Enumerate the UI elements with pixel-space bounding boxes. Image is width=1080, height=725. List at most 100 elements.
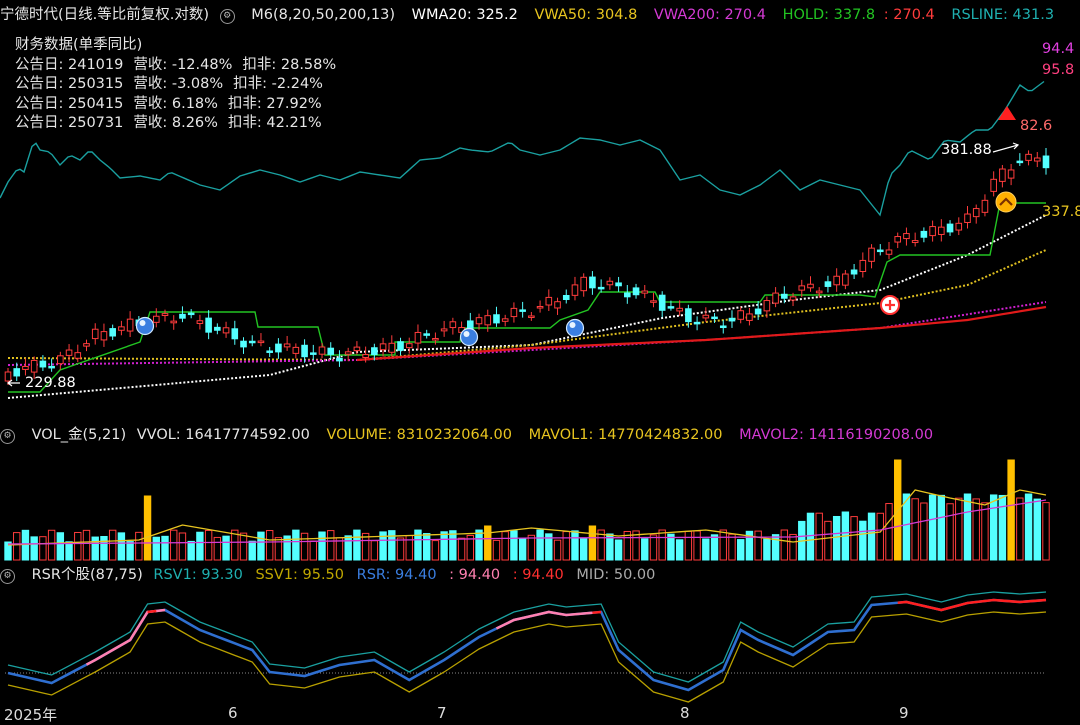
volume-bar [187, 540, 195, 561]
volume-bar [292, 529, 300, 561]
right-label-rsline: 95.8 [1042, 62, 1075, 78]
low-arrow-icon [7, 379, 20, 387]
volume-bar [13, 532, 21, 561]
candlestick [222, 321, 230, 338]
candlestick [336, 350, 343, 367]
price-chart[interactable] [0, 28, 1080, 428]
volume-settings-icon[interactable]: ⚙ [0, 429, 15, 444]
rsr-red-segment [147, 609, 157, 614]
volume-chart[interactable] [0, 446, 1080, 564]
volume-bar [431, 540, 440, 561]
candlestick [920, 227, 928, 243]
rsline-line [0, 80, 1045, 217]
right-label-rsr: 94.4 [1042, 41, 1075, 57]
candlestick [205, 310, 212, 340]
volume-bar [710, 534, 719, 561]
volume-bar [475, 529, 483, 561]
volume-bar [21, 529, 30, 561]
volume-bar [859, 520, 867, 561]
rsr-indicator-name[interactable]: RSR个股(87,75) [32, 567, 143, 583]
candlestick [1025, 150, 1032, 166]
volume-bar [920, 502, 928, 561]
candlestick [903, 227, 910, 246]
volume-bar [100, 536, 108, 561]
candlestick [833, 268, 840, 292]
volume-bar [1033, 498, 1041, 561]
volume-bar [117, 532, 126, 561]
volume-bar [91, 536, 99, 561]
volume-bar [684, 530, 693, 561]
candlestick [850, 264, 858, 279]
candlestick [824, 275, 832, 293]
volume-bar [693, 530, 701, 561]
candlestick [405, 337, 413, 354]
volume-bar [344, 535, 352, 561]
candlestick [65, 344, 73, 363]
vwa200-label: VWA200: 270.4 [653, 7, 766, 23]
volume-indicator-name[interactable]: VOL_金(5,21) [32, 427, 127, 443]
volume-bar [867, 512, 876, 561]
volume-bar [204, 529, 213, 561]
candlestick [545, 289, 553, 311]
volume-bar [963, 493, 972, 561]
volume-bar [737, 539, 745, 561]
candlestick [414, 324, 422, 351]
x-axis-start: 2025年 [4, 706, 58, 724]
volume-bar [536, 529, 544, 561]
volume-bar [126, 541, 134, 561]
candlestick [231, 320, 239, 345]
volume-bar [658, 529, 666, 561]
volume-bar [248, 540, 256, 561]
high-marker-icon [998, 106, 1016, 120]
candlestick [501, 314, 509, 327]
volume-bar [74, 531, 82, 561]
rsr-red-segment [592, 610, 602, 615]
settings-icon[interactable]: ⚙ [219, 9, 235, 24]
volume-bar [937, 494, 946, 561]
volume-bar [702, 538, 710, 561]
m6-label[interactable]: M6(8,20,50,200,13) [251, 7, 395, 23]
candlestick [519, 301, 526, 318]
wma20-label: WMA20: 325.2 [411, 7, 518, 23]
volume-bar [492, 539, 501, 561]
hold-label: HOLD: 337.8 [782, 7, 876, 23]
candlestick [693, 316, 701, 331]
candlestick [397, 337, 404, 356]
candlestick [301, 339, 308, 363]
candlestick [318, 343, 326, 359]
hold-value-label: 337.8 [1042, 204, 1080, 220]
volume-bar [396, 537, 405, 561]
volume-bar [388, 530, 396, 561]
candlestick [248, 335, 256, 347]
vvol-label: VVOL: 16417774592.00 [136, 427, 310, 443]
candlestick [807, 276, 814, 292]
rsr-red-label: : 94.40 [512, 567, 564, 583]
rsr-pink-label: : 94.40 [449, 567, 501, 583]
volume-bar [885, 503, 893, 561]
rsline-label: RSLINE: 431.3 [951, 7, 1055, 23]
volume-bar [161, 535, 169, 561]
candlestick [990, 171, 997, 197]
rsr-settings-icon[interactable]: ⚙ [0, 569, 15, 584]
candlestick [632, 283, 640, 299]
candlestick [432, 332, 439, 345]
rsr-chart[interactable] [0, 586, 1080, 704]
candlestick [964, 206, 971, 229]
volume-bar [675, 539, 684, 561]
ma200-line [356, 305, 1047, 362]
volume-label: VOLUME: 8310232064.00 [326, 427, 512, 443]
volume-bar [579, 538, 588, 561]
candlestick [658, 291, 666, 318]
volume-bar [806, 512, 815, 561]
volume-bar [440, 531, 448, 561]
vwa50-label: VWA50: 304.8 [534, 7, 638, 23]
volume-bar [562, 531, 570, 561]
candlestick [624, 284, 631, 304]
candlestick [842, 270, 849, 290]
signal-orb-icon [565, 318, 585, 338]
x-axis-july: 7 [437, 704, 447, 722]
volume-bar [422, 533, 431, 561]
volume-bar [876, 512, 884, 561]
candlestick [283, 335, 291, 351]
mavol2-label: MAVOL2: 14116190208.00 [739, 427, 934, 443]
